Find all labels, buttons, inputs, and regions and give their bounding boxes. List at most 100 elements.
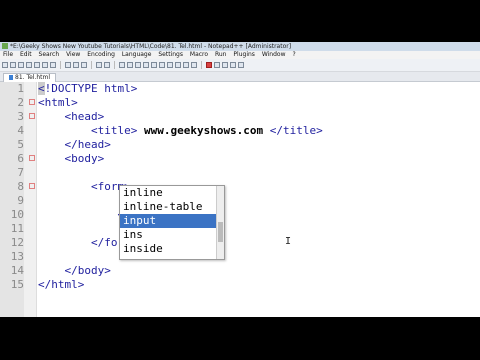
menu-search[interactable]: Search <box>39 51 60 58</box>
line-number: 4 <box>17 124 24 137</box>
code-line: 14 </body> <box>0 264 480 278</box>
menu-plugins[interactable]: Plugins <box>233 51 255 58</box>
tab-label: 81. Tel.html <box>15 74 51 81</box>
line-number: 12 <box>10 236 24 249</box>
line-number: 11 <box>10 222 24 235</box>
code-line: 11 <box>0 222 480 236</box>
paste-icon[interactable] <box>81 62 87 68</box>
code-line: 8 <form> <box>0 180 480 194</box>
code-line: 9 <box>0 194 480 208</box>
save-icon[interactable] <box>18 62 24 68</box>
toolbar-separator <box>60 61 61 69</box>
code-text: <body> <box>38 152 105 165</box>
code-editor[interactable]: 1 <!DOCTYPE html> 2 <html> 3 <head> 4 <t… <box>0 82 480 317</box>
code-text: <!DOCTYPE html> <box>38 82 137 96</box>
undo-icon[interactable] <box>96 62 102 68</box>
autocomplete-item[interactable]: ins <box>120 228 224 242</box>
code-text: <form> <box>38 180 131 193</box>
autocomplete-list[interactable]: inline inline-table input ins inside <box>119 185 225 260</box>
sync-scroll-icon[interactable] <box>151 62 157 68</box>
line-number: 1 <box>17 82 24 95</box>
line-number: 9 <box>17 194 24 207</box>
cut-icon[interactable] <box>65 62 71 68</box>
autocomplete-item[interactable]: inside <box>120 242 224 256</box>
menu-help[interactable]: ? <box>292 51 295 58</box>
line-number: 14 <box>10 264 24 277</box>
mouse-ibeam-cursor-icon: I <box>285 236 292 247</box>
redo-icon[interactable] <box>104 62 110 68</box>
word-wrap-icon[interactable] <box>159 62 165 68</box>
find-icon[interactable] <box>119 62 125 68</box>
record-macro-icon[interactable] <box>206 62 212 68</box>
code-line: 15 </html> <box>0 278 480 292</box>
code-line: 12 </fo <box>0 236 480 250</box>
run-macro-multiple-icon[interactable] <box>230 62 236 68</box>
code-text: <title> www.geekyshows.com </title> <box>38 124 323 138</box>
code-text-post: </title> <box>263 124 323 137</box>
code-text-bold: www.geekyshows.com <box>143 124 264 137</box>
toolbar-separator <box>201 61 202 69</box>
line-number: 15 <box>10 278 24 291</box>
menu-run[interactable]: Run <box>215 51 227 58</box>
menu-file[interactable]: File <box>3 51 13 58</box>
toolbar-separator <box>114 61 115 69</box>
fold-toggle-icon[interactable] <box>29 99 35 105</box>
show-all-chars-icon[interactable] <box>167 62 173 68</box>
code-line: 4 <title> www.geekyshows.com </title> <box>0 124 480 138</box>
line-number: 2 <box>17 96 24 109</box>
close-icon[interactable] <box>34 62 40 68</box>
line-number: 6 <box>17 152 24 165</box>
scrollbar-thumb[interactable] <box>218 222 223 242</box>
function-list-icon[interactable] <box>191 62 197 68</box>
code-text: </fo <box>38 236 118 249</box>
open-file-icon[interactable] <box>10 62 16 68</box>
autocomplete-item-selected[interactable]: input <box>120 214 224 228</box>
code-line-current: 10 <input <box>0 208 480 222</box>
menu-language[interactable]: Language <box>122 51 152 58</box>
indent-guide-icon[interactable] <box>175 62 181 68</box>
fold-toggle-icon[interactable] <box>29 113 35 119</box>
menu-macro[interactable]: Macro <box>190 51 208 58</box>
autocomplete-item[interactable]: inline <box>120 186 224 200</box>
menu-edit[interactable]: Edit <box>20 51 32 58</box>
save-macro-icon[interactable] <box>238 62 244 68</box>
save-all-icon[interactable] <box>26 62 32 68</box>
window-title: *E:\Geeky Shows New Youtube Tutorials\HT… <box>10 43 292 50</box>
stop-macro-icon[interactable] <box>214 62 220 68</box>
menu-encoding[interactable]: Encoding <box>87 51 115 58</box>
autocomplete-scrollbar[interactable] <box>216 186 224 259</box>
code-text: </body> <box>38 264 111 277</box>
zoom-out-icon[interactable] <box>143 62 149 68</box>
line-number: 13 <box>10 250 24 263</box>
close-all-icon[interactable] <box>42 62 48 68</box>
doc-map-icon[interactable] <box>183 62 189 68</box>
code-text: </html> <box>38 278 85 291</box>
print-icon[interactable] <box>50 62 56 68</box>
zoom-in-icon[interactable] <box>135 62 141 68</box>
unsaved-file-icon <box>9 75 13 80</box>
menu-window[interactable]: Window <box>262 51 286 58</box>
code-text-rest: !DOCTYPE html> <box>44 82 138 95</box>
replace-icon[interactable] <box>127 62 133 68</box>
code-line: 2 <html> <box>0 96 480 110</box>
toolbar <box>0 59 480 72</box>
menu-bar: File Edit Search View Encoding Language … <box>0 51 480 59</box>
line-number: 3 <box>17 110 24 123</box>
notepadpp-app-icon <box>2 43 8 49</box>
code-line: 6 <body> <box>0 152 480 166</box>
menu-view[interactable]: View <box>66 51 80 58</box>
fold-toggle-icon[interactable] <box>29 183 35 189</box>
menu-settings[interactable]: Settings <box>158 51 183 58</box>
play-macro-icon[interactable] <box>222 62 228 68</box>
new-file-icon[interactable] <box>2 62 8 68</box>
autocomplete-item[interactable]: inline-table <box>120 200 224 214</box>
tab-file[interactable]: 81. Tel.html <box>3 73 57 82</box>
copy-icon[interactable] <box>73 62 79 68</box>
title-bar: *E:\Geeky Shows New Youtube Tutorials\HT… <box>0 42 480 51</box>
code-text: </head> <box>38 138 111 151</box>
matched-bracket: < <box>38 82 45 95</box>
fold-toggle-icon[interactable] <box>29 155 35 161</box>
notepadpp-window: *E:\Geeky Shows New Youtube Tutorials\HT… <box>0 42 480 317</box>
code-line: 13 <box>0 250 480 264</box>
code-line: 7 <box>0 166 480 180</box>
